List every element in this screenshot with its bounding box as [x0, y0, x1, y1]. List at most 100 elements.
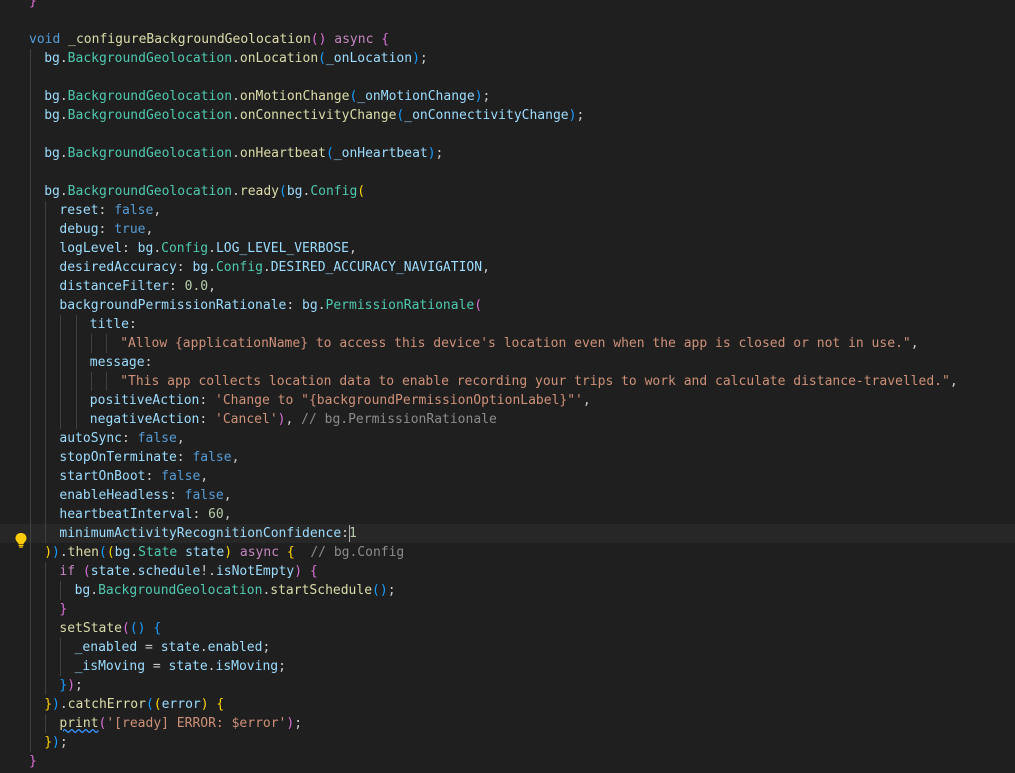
indent-guide — [30, 163, 31, 182]
code-line[interactable]: }); — [0, 676, 1015, 695]
code-line[interactable] — [0, 125, 1015, 144]
code-line[interactable]: setState(() { — [0, 619, 1015, 638]
code-token: PermissionRationale — [325, 298, 475, 313]
code-line[interactable]: logLevel: bg.Config.LOG_LEVEL_VERBOSE, — [0, 239, 1015, 258]
code-line[interactable]: stopOnTerminate: false, — [0, 448, 1015, 467]
indent-guide — [60, 372, 62, 391]
indent-guide — [30, 106, 31, 125]
code-text: bg.BackgroundGeolocation.startSchedule()… — [75, 581, 396, 600]
code-token: { — [286, 545, 295, 560]
code-line[interactable]: desiredAccuracy: bg.Config.DESIRED_ACCUR… — [0, 258, 1015, 277]
code-line[interactable]: positiveAction: 'Change to "{backgroundP… — [0, 391, 1015, 410]
code-token: : — [122, 431, 138, 446]
indent-guide — [45, 524, 47, 543]
code-token: state — [168, 659, 208, 674]
text-cursor — [348, 525, 350, 542]
indent-guide — [30, 467, 31, 486]
code-token: desiredAccuracy — [59, 260, 177, 275]
code-line[interactable]: negativeAction: 'Cancel'), // bg.Permiss… — [0, 410, 1015, 429]
code-line[interactable]: "Allow {applicationName} to access this … — [0, 334, 1015, 353]
code-token: 'Change to "{backgroundPermissionOptionL… — [215, 393, 583, 408]
code-line[interactable]: }); — [0, 733, 1015, 752]
code-line[interactable]: bg.BackgroundGeolocation.onConnectivityC… — [0, 106, 1015, 125]
code-line[interactable] — [0, 163, 1015, 182]
code-token: "This app collects location data to enab… — [120, 374, 950, 389]
code-line[interactable]: backgroundPermissionRationale: bg.Permis… — [0, 296, 1015, 315]
code-token: , — [153, 203, 162, 218]
code-token: bg — [286, 184, 303, 199]
code-token: ) — [67, 678, 76, 693]
code-line[interactable]: if (state.schedule!.isNotEmpty) { — [0, 562, 1015, 581]
indent-guide — [30, 201, 31, 220]
indent-guide — [45, 220, 47, 239]
code-token: ( — [82, 564, 91, 579]
code-token: () — [310, 32, 327, 47]
code-line[interactable]: void _configureBackgroundGeolocation() a… — [0, 30, 1015, 49]
code-line[interactable]: reset: false, — [0, 201, 1015, 220]
code-token: . — [129, 564, 138, 579]
code-line[interactable]: title: — [0, 315, 1015, 334]
indent-guide — [45, 581, 47, 600]
code-line[interactable]: }).catchError((error) { — [0, 695, 1015, 714]
code-line[interactable]: message: — [0, 353, 1015, 372]
code-line[interactable]: bg.BackgroundGeolocation.startSchedule()… — [0, 581, 1015, 600]
code-text: "This app collects location data to enab… — [120, 372, 957, 391]
indent-guide — [30, 581, 31, 600]
code-editor[interactable]: } void _configureBackgroundGeolocation() … — [0, 0, 1015, 773]
code-token: . — [59, 146, 68, 161]
code-token: ; — [419, 51, 428, 66]
code-token: ) — [52, 735, 60, 750]
indent-guide — [30, 429, 31, 448]
indent-guide — [45, 486, 47, 505]
code-token: , — [208, 279, 216, 294]
indent-guide — [60, 638, 62, 657]
code-line[interactable]: bg.BackgroundGeolocation.ready(bg.Config… — [0, 182, 1015, 201]
code-line[interactable]: bg.BackgroundGeolocation.onHeartbeat(_on… — [0, 144, 1015, 163]
code-line[interactable] — [0, 11, 1015, 30]
code-line[interactable]: _isMoving = state.isMoving; — [0, 657, 1015, 676]
code-token: , — [482, 260, 490, 275]
code-line[interactable]: } — [0, 752, 1015, 771]
code-token: "Allow {applicationName} to access this … — [120, 336, 911, 351]
indent-guide — [45, 296, 47, 315]
code-token: . — [59, 545, 68, 560]
code-line[interactable]: enableHeadless: false, — [0, 486, 1015, 505]
code-line[interactable]: startOnBoot: false, — [0, 467, 1015, 486]
code-token: BackgroundGeolocation — [67, 89, 233, 104]
code-line[interactable]: _enabled = state.enabled; — [0, 638, 1015, 657]
code-line[interactable]: debug: true, — [0, 220, 1015, 239]
indent-guide — [45, 714, 47, 733]
indent-guide — [30, 296, 31, 315]
code-line[interactable]: minimumActivityRecognitionConfidence:1 — [0, 524, 1015, 543]
code-line[interactable]: autoSync: false, — [0, 429, 1015, 448]
code-token: ) — [44, 545, 53, 560]
code-line[interactable]: "This app collects location data to enab… — [0, 372, 1015, 391]
code-token: DESIRED_ACCURACY_NAVIGATION — [270, 260, 483, 275]
code-token: : — [168, 488, 185, 503]
code-line[interactable]: } — [0, 0, 1015, 11]
code-token: } — [29, 754, 37, 769]
indent-guide — [30, 619, 31, 638]
indent-guide — [45, 353, 47, 372]
code-token: ) — [52, 697, 60, 712]
code-line[interactable]: )).then((bg.State state) async { // bg.C… — [0, 543, 1015, 562]
code-token: isMoving — [215, 659, 279, 674]
code-token: negativeAction — [89, 412, 200, 427]
code-token: false — [192, 450, 232, 465]
code-line[interactable]: distanceFilter: 0.0, — [0, 277, 1015, 296]
code-line[interactable]: print('[ready] ERROR: $error'); — [0, 714, 1015, 733]
code-token: = — [145, 659, 169, 674]
code-token: : — [122, 241, 138, 256]
code-text: enableHeadless: false, — [59, 486, 231, 505]
indent-guide — [60, 657, 62, 676]
code-token: { — [153, 621, 162, 636]
code-line[interactable]: bg.BackgroundGeolocation.onLocation(_onL… — [0, 49, 1015, 68]
code-token: . — [130, 545, 139, 560]
indent-guide — [30, 657, 31, 676]
code-line[interactable]: } — [0, 600, 1015, 619]
code-line[interactable]: heartbeatInterval: 60, — [0, 505, 1015, 524]
code-line[interactable] — [0, 68, 1015, 87]
code-line[interactable]: bg.BackgroundGeolocation.onMotionChange(… — [0, 87, 1015, 106]
code-token: BackgroundGeolocation — [67, 51, 233, 66]
code-token: : — [145, 469, 162, 484]
